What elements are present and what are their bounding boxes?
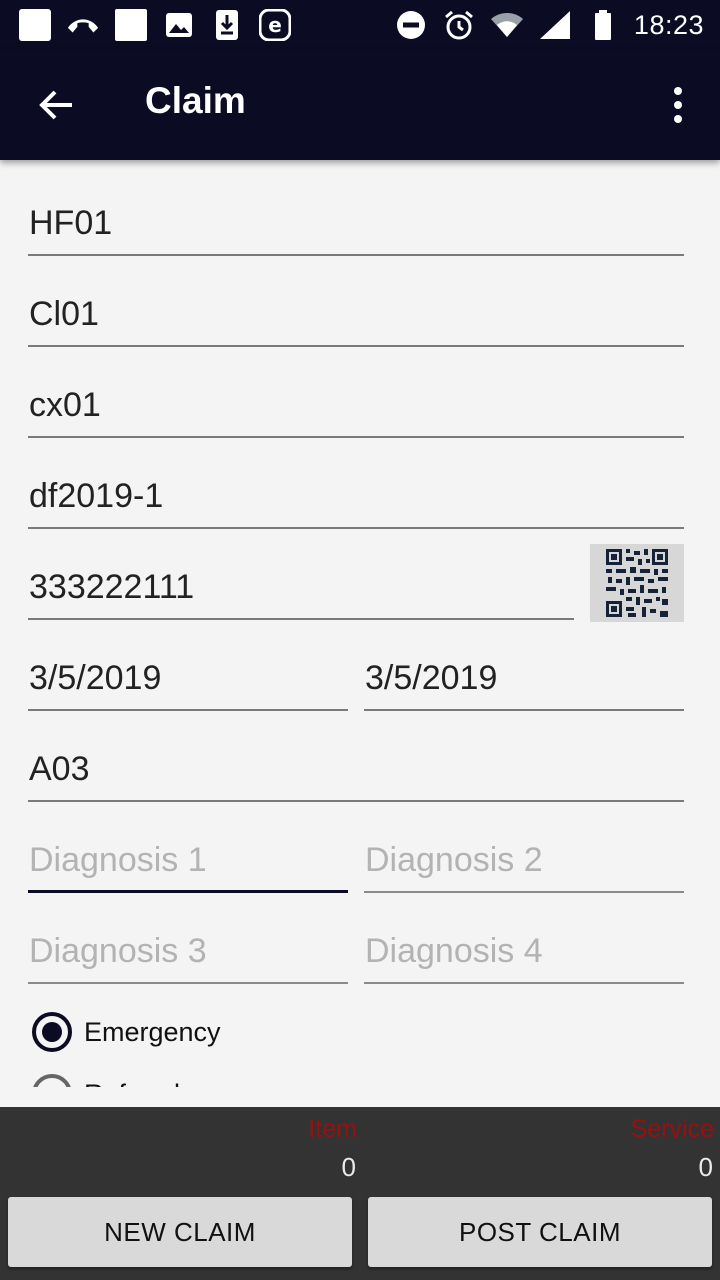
app-bar: Claim [0, 50, 720, 160]
guarantee-number-field[interactable]: df2019-1 [28, 465, 684, 529]
download-icon [210, 8, 244, 42]
page-title: Claim [145, 80, 246, 121]
more-options-button[interactable] [658, 80, 698, 130]
service-count-value: 0 [698, 1152, 713, 1182]
visit-type-label: Emergency [84, 1016, 221, 1047]
visit-type-emergency[interactable]: Emergency [32, 1012, 221, 1052]
qr-code-icon [606, 549, 668, 617]
arrow-back-icon [39, 90, 72, 120]
main-diagnosis-field[interactable]: A03 [28, 738, 684, 802]
image-icon [162, 8, 196, 42]
bottom-panel: Item 0 Service 0 NEW CLAIM POST CLAIM [0, 1107, 720, 1280]
diagnosis-3-field[interactable]: Diagnosis 3 [28, 920, 348, 984]
wifi-icon [490, 8, 524, 42]
radio-unselected-icon[interactable] [32, 1074, 72, 1087]
signal-icon [538, 8, 572, 42]
notification-square-icon [18, 8, 52, 42]
notification-square-icon [114, 8, 148, 42]
claim-code-field[interactable]: cx01 [28, 374, 684, 438]
battery-icon [586, 8, 620, 42]
svg-text:e: e [268, 13, 282, 37]
claim-admin-field[interactable]: Cl01 [28, 283, 684, 347]
diagnosis-2-field[interactable]: Diagnosis 2 [364, 829, 684, 893]
more-vert-icon [674, 87, 682, 95]
diagnosis-1-field[interactable]: Diagnosis 1 [28, 829, 348, 893]
item-count-value: 0 [341, 1152, 356, 1182]
post-claim-button[interactable]: POST CLAIM [368, 1197, 712, 1267]
start-date-field[interactable]: 3/5/2019 [28, 647, 348, 711]
back-button[interactable] [28, 77, 84, 133]
radio-selected-icon[interactable] [32, 1012, 72, 1052]
end-date-field[interactable]: 3/5/2019 [364, 647, 684, 711]
item-count-label: Item [308, 1115, 357, 1143]
clock-time: 18:23 [633, 9, 704, 40]
insurance-number-field[interactable]: 333222111 [28, 556, 574, 620]
missed-call-icon [66, 8, 100, 42]
status-bar: e 18:23 [0, 0, 720, 50]
visit-type-referral[interactable]: Referral [32, 1074, 180, 1087]
diagnosis-4-field[interactable]: Diagnosis 4 [364, 920, 684, 984]
service-count-label: Service [630, 1115, 714, 1143]
do-not-disturb-icon [394, 8, 428, 42]
scan-qr-button[interactable] [590, 544, 684, 622]
e-app-icon: e [258, 8, 292, 42]
claim-form: HF01 Cl01 cx01 df2019-1 333222111 3/5/20… [0, 160, 720, 1087]
new-claim-button[interactable]: NEW CLAIM [8, 1197, 352, 1267]
health-facility-field[interactable]: HF01 [28, 192, 684, 256]
visit-type-label: Referral [84, 1079, 180, 1088]
alarm-icon [442, 8, 476, 42]
